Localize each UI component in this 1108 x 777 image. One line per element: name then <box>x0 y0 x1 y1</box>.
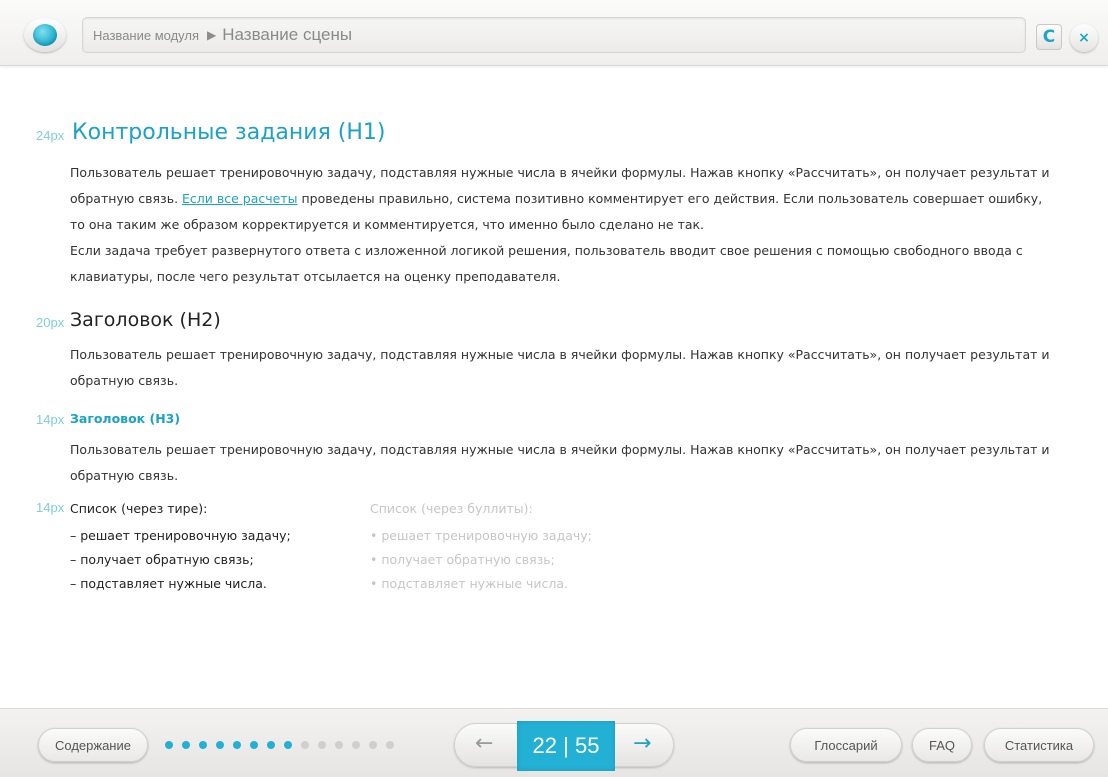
bottom-bar: Содержание ← 22 | 55 → Глоссарий FAQ Ста… <box>0 708 1108 777</box>
bullet-list-title: Список (через буллиты): <box>370 501 533 516</box>
progress-dot-pending[interactable] <box>369 741 377 749</box>
progress-dots <box>165 741 394 749</box>
paragraph-4: Пользователь решает тренировочную задачу… <box>70 442 1050 483</box>
top-bar: Название модуля ▶ Название сцены C × <box>0 0 1108 66</box>
faq-button[interactable]: FAQ <box>912 728 972 762</box>
dash-list-item: – получает обратную связь; <box>70 552 254 567</box>
paragraph-2: Если задача требует развернутого ответа … <box>70 243 1023 284</box>
breadcrumb-module[interactable]: Название модуля <box>93 28 199 43</box>
progress-dot-done[interactable] <box>267 741 275 749</box>
heading-h2: Заголовок (H2) <box>70 309 221 331</box>
glossary-button[interactable]: Глоссарий <box>790 728 902 762</box>
progress-dot-pending[interactable] <box>318 741 326 749</box>
progress-dot-pending[interactable] <box>386 741 394 749</box>
calculations-link[interactable]: Если все расчеты <box>182 191 297 206</box>
paragraph-1: Пользователь решает тренировочную задачу… <box>70 160 1060 238</box>
page-navigation: ← 22 | 55 → <box>454 721 674 771</box>
statistics-button[interactable]: Статистика <box>984 728 1094 762</box>
progress-dot-done[interactable] <box>165 741 173 749</box>
dash-list-title: Список (через тире): <box>70 501 208 516</box>
bullet-list-item: • получает обратную связь; <box>370 552 555 567</box>
progress-dot-done[interactable] <box>199 741 207 749</box>
close-button[interactable]: × <box>1070 24 1098 52</box>
progress-dot-done[interactable] <box>284 741 292 749</box>
heading-h3: Заголовок (H3) <box>70 411 181 426</box>
next-arrow-icon[interactable]: → <box>633 731 651 756</box>
page-counter: 22 | 55 <box>517 721 615 771</box>
progress-dot-pending[interactable] <box>352 741 360 749</box>
progress-dot-pending[interactable] <box>335 741 343 749</box>
h3-size-tag: 14px <box>36 412 65 427</box>
list-size-tag: 14px <box>36 500 65 515</box>
breadcrumb: Название модуля ▶ Название сцены <box>82 17 1026 53</box>
progress-dot-done[interactable] <box>250 741 258 749</box>
progress-dot-pending[interactable] <box>301 741 309 749</box>
dash-list-item: – подставляет нужные числа. <box>70 576 267 591</box>
bullet-list-item: • подставляет нужные числа. <box>370 576 568 591</box>
content-area: 24px Контрольные задания (H1) Пользовате… <box>0 66 1108 710</box>
progress-dot-done[interactable] <box>182 741 190 749</box>
prev-arrow-icon[interactable]: ← <box>475 731 493 756</box>
paragraph-3: Пользователь решает тренировочную задачу… <box>70 347 1050 388</box>
close-icon: × <box>1078 30 1090 46</box>
progress-dot-done[interactable] <box>233 741 241 749</box>
breadcrumb-arrow-icon: ▶ <box>207 28 217 42</box>
home-button[interactable] <box>24 18 66 52</box>
heading-h1: Контрольные задания (H1) <box>72 120 386 145</box>
contents-button[interactable]: Содержание <box>38 728 148 762</box>
h2-size-tag: 20px <box>36 315 65 330</box>
progress-dot-done[interactable] <box>216 741 224 749</box>
breadcrumb-scene: Название сцены <box>222 25 353 44</box>
refresh-button[interactable]: C <box>1036 24 1062 50</box>
dash-list-item: – решает тренировочную задачу; <box>70 528 291 543</box>
bullet-list-item: • решает тренировочную задачу; <box>370 528 592 543</box>
refresh-icon: C <box>1042 27 1056 47</box>
h1-size-tag: 24px <box>36 128 65 143</box>
home-icon <box>33 24 57 46</box>
